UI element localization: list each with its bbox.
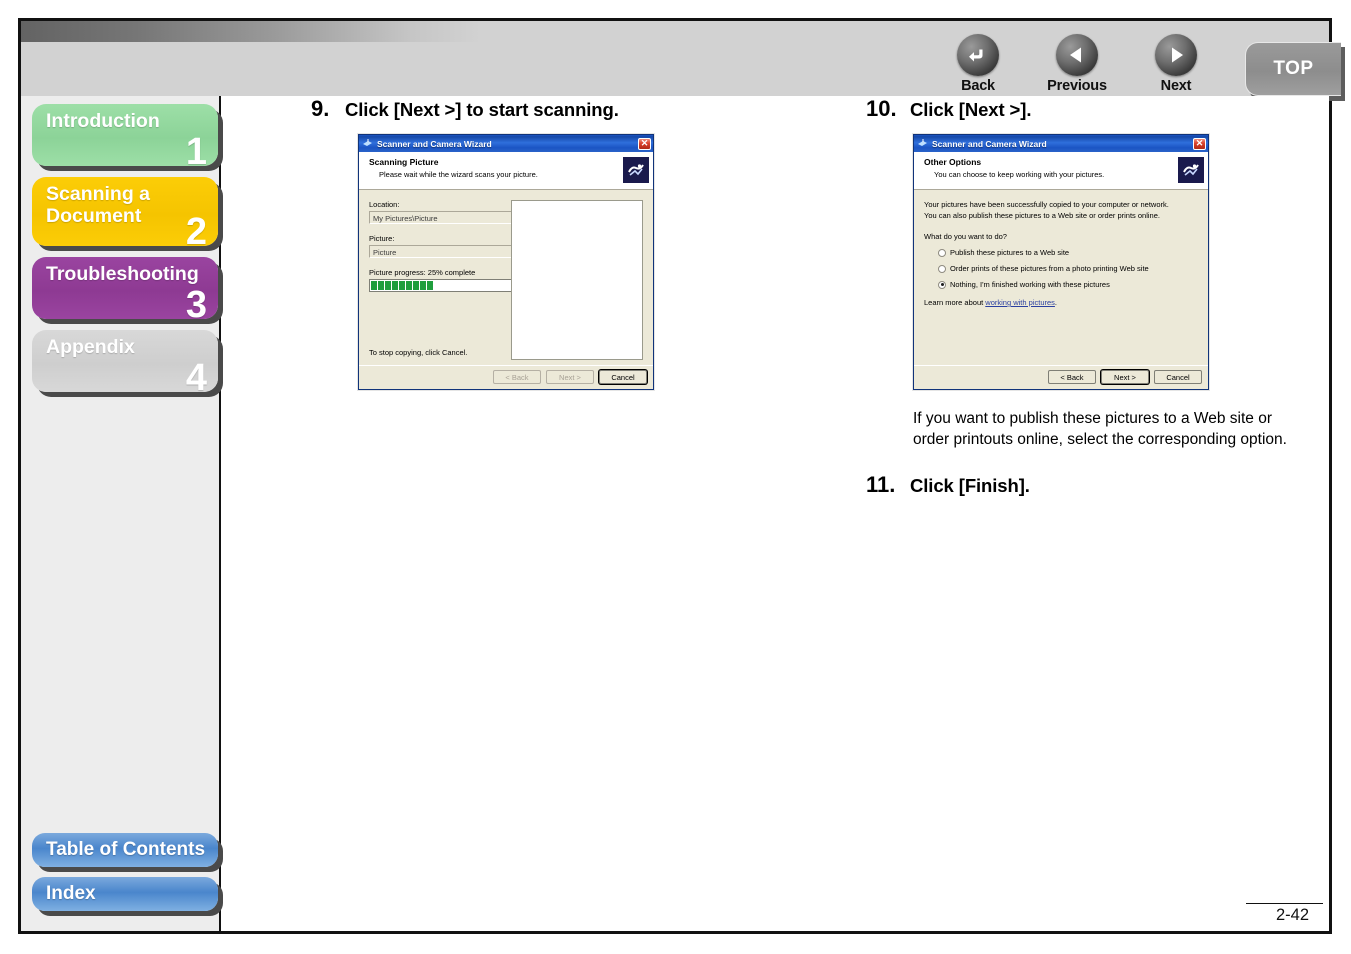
previous-button[interactable]: Previous xyxy=(1041,34,1113,94)
close-icon[interactable]: ✕ xyxy=(638,137,651,150)
sidebar-item-introduction[interactable]: Introduction 1 xyxy=(32,104,218,166)
cancel-dialog-button[interactable]: Cancel xyxy=(599,370,647,384)
option-publish-row[interactable]: Publish these pictures to a Web site xyxy=(938,248,1198,257)
working-with-pictures-link[interactable]: working with pictures xyxy=(985,298,1055,307)
option-order-prints-row[interactable]: Order prints of these pictures from a ph… xyxy=(938,264,1198,273)
wizard-window-icon xyxy=(918,139,927,146)
header-gradient-bar xyxy=(21,21,481,42)
option-label: Order prints of these pictures from a ph… xyxy=(950,264,1149,273)
close-glyph: ✕ xyxy=(640,138,649,148)
dialog-header: Scanning Picture Please wait while the w… xyxy=(359,152,653,190)
radio-nothing-icon[interactable] xyxy=(938,280,946,289)
learn-more-suffix: . xyxy=(1054,298,1057,307)
sidebar-item-number: 3 xyxy=(185,284,207,319)
sidebar-item-label: Introduction xyxy=(46,110,160,132)
step-text: Click [Next >]. xyxy=(910,99,1032,120)
dialog-heading: Other Options xyxy=(924,157,982,167)
sidebar-item-appendix[interactable]: Appendix 4 xyxy=(32,330,218,392)
progress-bar xyxy=(369,279,521,292)
sidebar-item-label: Appendix xyxy=(46,336,135,358)
next-button[interactable]: Next xyxy=(1140,34,1212,94)
learn-more-line: Learn more about working with pictures. xyxy=(924,298,1198,307)
sidebar-item-label: Table of Contents xyxy=(46,839,206,860)
page-header: Back Previous Next TOP xyxy=(21,21,1345,101)
close-glyph: ✕ xyxy=(1195,138,1204,148)
next-button-label: Next xyxy=(1160,78,1192,94)
close-icon[interactable]: ✕ xyxy=(1193,137,1206,150)
step-number: 9. xyxy=(311,96,330,121)
page-number: 2-42 xyxy=(1245,903,1323,925)
page-content: 9. Click [Next >] to start scanning. Sca… xyxy=(223,96,1329,931)
dialog-title-text: Scanner and Camera Wizard xyxy=(932,138,1047,149)
dialog-footer: < Back Next > Cancel xyxy=(359,365,653,389)
intro-line-1: Your pictures have been successfully cop… xyxy=(924,200,1169,209)
intro-line-2: You can also publish these pictures to a… xyxy=(924,210,1160,220)
scanner-camera-icon xyxy=(623,157,649,183)
dialog-title-bar: Scanner and Camera Wizard ✕ xyxy=(914,135,1208,152)
document-page: Back Previous Next TOP Introduction 1 Sc… xyxy=(18,18,1345,934)
dialog-heading: Scanning Picture xyxy=(369,157,439,167)
dialog-title-text: Scanner and Camera Wizard xyxy=(377,138,492,149)
step-number: 11. xyxy=(866,472,896,497)
step-10: 10. Click [Next >]. xyxy=(866,96,1346,122)
dialog-subheading: Please wait while the wizard scans your … xyxy=(379,170,538,179)
sidebar-item-number: 4 xyxy=(185,357,207,392)
sidebar-bottom-links: Table of Contents Index xyxy=(21,833,219,921)
content-column-right: 10. Click [Next >]. Scanner and Camera W… xyxy=(866,96,1346,508)
sidebar-item-number: 1 xyxy=(185,131,207,166)
sidebar-item-table-of-contents[interactable]: Table of Contents xyxy=(32,833,218,867)
step-text: Click [Next >] to start scanning. xyxy=(345,99,619,120)
back-button[interactable]: Back xyxy=(942,34,1014,94)
option-nothing-row[interactable]: Nothing, I'm finished working with these… xyxy=(938,280,1198,289)
step-11: 11. Click [Finish]. xyxy=(866,472,1346,498)
scanner-wizard-scanning-dialog: Scanner and Camera Wizard ✕ Scanning Pic… xyxy=(358,134,654,390)
back-arrow-icon xyxy=(957,34,999,76)
top-tab-button[interactable]: TOP xyxy=(1245,42,1341,96)
step-9: 9. Click [Next >] to start scanning. xyxy=(311,96,791,122)
option-label: Publish these pictures to a Web site xyxy=(950,248,1070,257)
back-button-label: Back xyxy=(961,78,995,94)
sidebar-navigation: Introduction 1 Scanning a Document 2 Tro… xyxy=(21,96,221,931)
scanner-camera-icon xyxy=(1178,157,1204,183)
step-text: Click [Finish]. xyxy=(910,475,1030,496)
cancel-dialog-button[interactable]: Cancel xyxy=(1154,370,1202,384)
content-column-left: 9. Click [Next >] to start scanning. Sca… xyxy=(311,96,791,390)
previous-button-label: Previous xyxy=(1047,78,1107,94)
location-value: My Pictures\Picture xyxy=(369,211,521,224)
dialog-subheading: You can choose to keep working with your… xyxy=(934,170,1105,179)
sidebar-item-label: Index xyxy=(46,883,96,904)
left-triangle-icon xyxy=(1056,34,1098,76)
dialog-header: Other Options You can choose to keep wor… xyxy=(914,152,1208,190)
next-dialog-button[interactable]: Next > xyxy=(1101,370,1149,384)
next-dialog-button[interactable]: Next > xyxy=(546,370,594,384)
wizard-window-icon xyxy=(363,139,372,146)
option-label: Nothing, I'm finished working with these… xyxy=(950,280,1110,289)
dialog-body: Location: My Pictures\Picture Picture: P… xyxy=(359,190,653,365)
sidebar-item-label: Scanning a Document xyxy=(46,183,151,227)
sidebar-item-scanning-a-document[interactable]: Scanning a Document 2 xyxy=(32,177,218,246)
options-question: What do you want to do? xyxy=(924,232,1007,241)
dialog-footer: < Back Next > Cancel xyxy=(914,365,1208,389)
top-tab-label: TOP xyxy=(1273,58,1314,79)
navigation-buttons: Back Previous Next xyxy=(942,34,1212,94)
back-dialog-button[interactable]: < Back xyxy=(493,370,541,384)
sidebar-item-number: 2 xyxy=(185,211,207,246)
right-triangle-icon xyxy=(1155,34,1197,76)
dialog-title-bar: Scanner and Camera Wizard ✕ xyxy=(359,135,653,152)
step-10-note: If you want to publish these pictures to… xyxy=(913,410,1287,448)
scanner-wizard-other-options-dialog: Scanner and Camera Wizard ✕ Other Option… xyxy=(913,134,1209,390)
picture-preview-pane xyxy=(511,200,643,360)
sidebar-item-index[interactable]: Index xyxy=(32,877,218,911)
radio-publish-icon[interactable] xyxy=(938,248,946,257)
stop-copying-note: To stop copying, click Cancel. xyxy=(369,348,468,357)
sidebar-item-troubleshooting[interactable]: Troubleshooting 3 xyxy=(32,257,218,319)
radio-order-prints-icon[interactable] xyxy=(938,264,946,273)
sidebar-item-label: Troubleshooting xyxy=(46,263,199,285)
learn-more-prefix: Learn more about xyxy=(924,298,986,307)
step-number: 10. xyxy=(866,96,897,121)
dialog-body: Your pictures have been successfully cop… xyxy=(914,190,1208,365)
picture-value: Picture xyxy=(369,245,521,258)
back-dialog-button[interactable]: < Back xyxy=(1048,370,1096,384)
